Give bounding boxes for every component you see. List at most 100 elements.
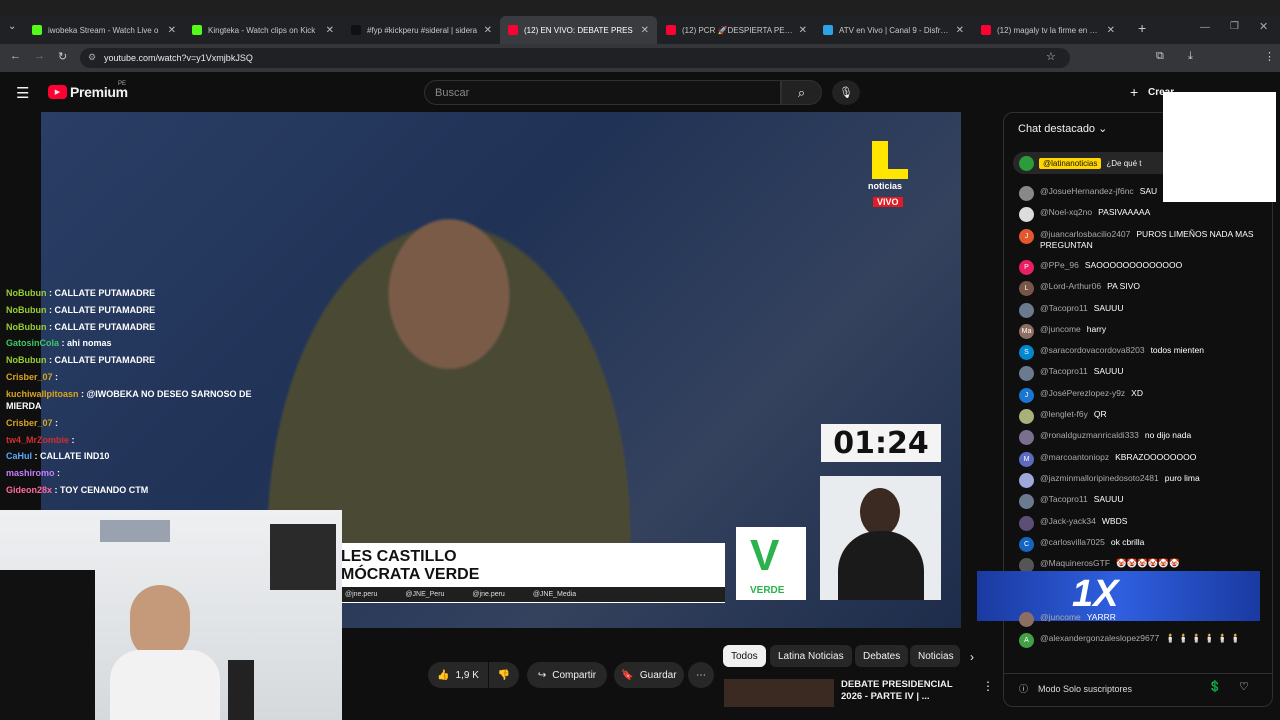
new-tab-icon[interactable]: + — [1138, 20, 1146, 36]
more-actions-button[interactable]: ⋯ — [688, 662, 714, 688]
pinned-message[interactable]: @latinanoticias ¿De qué t — [1013, 152, 1173, 174]
browser-tab[interactable]: #fyp #kickperu #sideral | sidera ✕ — [343, 16, 500, 44]
close-tab-icon[interactable]: ✕ — [168, 25, 176, 36]
browser-tab[interactable]: Kingteka - Watch clips on Kick ✕ — [184, 16, 342, 44]
chat-avatar[interactable]: P — [1019, 259, 1034, 275]
chat-avatar[interactable] — [1019, 186, 1034, 201]
chat-message[interactable]: @jazminmalloripinedosoto2481 puro lima — [1019, 472, 1264, 488]
chat-author[interactable]: @jazminmalloripinedosoto2481 — [1040, 473, 1159, 483]
chat-message[interactable]: J @juancarlosbacilio2407 PUROS LIMEÑOS NAD… — [1019, 228, 1264, 251]
minimize-icon[interactable]: — — [1200, 22, 1210, 33]
chat-message[interactable]: @Jack-yack34 WBDS — [1019, 515, 1264, 531]
chat-message[interactable]: P @PPe_96 SAOOOOOOOOOOOOO — [1019, 259, 1264, 275]
chat-avatar[interactable]: L — [1019, 281, 1034, 297]
chat-avatar[interactable] — [1019, 494, 1034, 510]
heart-icon[interactable]: ♡ — [1239, 680, 1249, 693]
chat-message[interactable]: Ma @juncome harry — [1019, 323, 1264, 339]
close-window-icon[interactable]: ✕ — [1259, 20, 1268, 33]
chat-author[interactable]: @Lord-Arthur06 — [1040, 281, 1101, 291]
chat-mode-dropdown[interactable]: Chat destacado ⌄ — [1018, 122, 1107, 135]
chat-avatar[interactable]: M — [1019, 451, 1034, 467]
maximize-icon[interactable]: ❐ — [1230, 21, 1239, 32]
chat-avatar[interactable]: S — [1019, 345, 1034, 361]
share-button[interactable]: ↪ Compartir — [527, 662, 607, 688]
close-tab-icon[interactable]: ✕ — [956, 25, 964, 36]
tab-list-icon[interactable]: ⌄ — [8, 21, 16, 32]
chat-author[interactable]: @juncome — [1040, 324, 1081, 334]
chat-avatar[interactable] — [1019, 366, 1034, 382]
close-tab-icon[interactable]: ✕ — [326, 25, 334, 36]
chat-message[interactable]: @Noel-xq2no PASIVAAAAA — [1019, 207, 1264, 223]
chat-message[interactable]: S @saracordovacordova8203 todos mienten — [1019, 345, 1264, 361]
chat-message[interactable]: @Tacopro11 SAUUU — [1019, 302, 1264, 318]
save-button[interactable]: 🔖 Guardar — [614, 662, 684, 688]
chat-avatar[interactable] — [1019, 302, 1034, 318]
chat-message[interactable]: L @Lord-Arthur06 PA SIVO — [1019, 281, 1264, 297]
chip-debates[interactable]: Debates — [855, 645, 909, 667]
chat-avatar[interactable] — [1019, 207, 1034, 223]
close-tab-icon[interactable]: ✕ — [484, 25, 492, 36]
chip-all[interactable]: Todos — [723, 645, 766, 667]
chat-author[interactable]: @carlosvilla7025 — [1040, 537, 1105, 547]
chat-author[interactable]: @JoséPerezlopez-y9z — [1040, 388, 1125, 398]
chat-author[interactable]: @lenglet-f6y — [1040, 409, 1088, 419]
chat-author[interactable]: @marcoantoniopz — [1040, 452, 1109, 462]
close-tab-icon[interactable]: ✕ — [1107, 25, 1115, 36]
chat-message[interactable]: @ronaldguzmanricaldi333 no dijo nada — [1019, 430, 1264, 446]
downloads-icon[interactable]: ⤓ — [1188, 50, 1193, 63]
chip-noticias[interactable]: Noticias — [910, 645, 960, 667]
chat-avatar[interactable] — [1019, 612, 1034, 627]
close-tab-icon[interactable]: ✕ — [641, 25, 649, 36]
create-icon[interactable]: + — [1130, 84, 1138, 100]
chat-message[interactable]: @lenglet-f6y QR — [1019, 409, 1264, 424]
chat-author[interactable]: @Noel-xq2no — [1040, 207, 1092, 217]
browser-tab[interactable]: (12) PCR 🚀DESPIERTA PERU ✕ — [658, 16, 815, 44]
chat-avatar[interactable]: Ma — [1019, 323, 1034, 339]
browser-tab[interactable]: (12) EN VIVO: DEBATE PRES ✕ — [500, 16, 657, 44]
reload-icon[interactable]: ↻ — [58, 50, 67, 63]
chat-author[interactable]: @ronaldguzmanricaldi333 — [1040, 430, 1139, 440]
chat-author[interactable]: @MaquinerosGTF — [1040, 558, 1110, 568]
chat-avatar[interactable]: J — [1019, 387, 1034, 403]
back-icon[interactable]: ← — [10, 50, 21, 62]
chat-avatar[interactable] — [1019, 430, 1034, 446]
chat-author[interactable]: @Jack-yack34 — [1040, 516, 1096, 526]
chat-message[interactable]: C @carlosvilla7025 ok cbrilla — [1019, 536, 1264, 552]
chat-message[interactable]: @Tacopro11 SAUUU — [1019, 494, 1264, 510]
chip-latina-noticias[interactable]: Latina Noticias — [770, 645, 852, 667]
menu-dots-icon[interactable]: ⋮ — [1264, 50, 1275, 63]
chat-author[interactable]: @Tacopro11 — [1040, 494, 1088, 504]
chat-message[interactable]: M @marcoantoniopz KBRAZOOOOOOOO — [1019, 451, 1264, 467]
browser-tab[interactable]: ATV en Vivo | Canal 9 - Disfruta ✕ — [815, 16, 972, 44]
search-button[interactable]: ⌕ — [781, 80, 822, 105]
super-chat-icon[interactable]: 💲 — [1208, 680, 1222, 693]
browser-tab[interactable]: iwobeka Stream - Watch Live o ✕ — [24, 16, 184, 44]
chat-message[interactable]: J @JoséPerezlopez-y9z XD — [1019, 387, 1264, 403]
chat-author[interactable]: @PPe_96 — [1040, 260, 1079, 270]
chat-author[interactable]: @Tacopro11 — [1040, 303, 1088, 313]
chat-avatar[interactable] — [1019, 515, 1034, 531]
chat-message[interactable]: A @alexandergonzaleslopez9677 🕯️ 🕯️ 🕯️ 🕯️ … — [1019, 633, 1264, 648]
youtube-logo-icon[interactable]: ▶ — [48, 85, 67, 99]
chat-author[interactable]: @alexandergonzaleslopez9677 — [1040, 633, 1159, 643]
chat-avatar[interactable] — [1019, 409, 1034, 424]
site-info-icon[interactable]: ⚙ — [88, 52, 96, 63]
recommended-menu-icon[interactable]: ⋮ — [982, 679, 994, 693]
recommended-thumbnail[interactable] — [724, 679, 834, 707]
like-button[interactable]: 👍 1,9 K — [428, 662, 488, 688]
chat-author[interactable]: @juncome — [1040, 612, 1081, 622]
address-bar[interactable]: youtube.com/watch?v=y1VxmjbkJSQ — [80, 48, 1070, 68]
forward-icon[interactable]: → — [34, 50, 45, 62]
chat-avatar[interactable]: C — [1019, 536, 1034, 552]
bookmark-star-icon[interactable]: ☆ — [1046, 50, 1056, 63]
chat-author[interactable]: @JosueHernandez-jf6nc — [1040, 186, 1134, 196]
chevron-right-icon[interactable]: › — [970, 650, 974, 664]
recommended-title[interactable]: DEBATE PRESIDENCIAL 2026 - PARTE IV | ..… — [841, 679, 971, 703]
chat-author[interactable]: @Tacopro11 — [1040, 366, 1088, 376]
browser-tab[interactable]: (12) magaly tv la firme en vivo ✕ — [973, 16, 1123, 44]
chat-avatar[interactable]: J — [1019, 228, 1034, 244]
search-input[interactable]: Buscar — [424, 80, 781, 105]
voice-search-button[interactable]: 🎙 — [832, 80, 860, 105]
chat-author[interactable]: @saracordovacordova8203 — [1040, 345, 1145, 355]
close-tab-icon[interactable]: ✕ — [799, 25, 807, 36]
